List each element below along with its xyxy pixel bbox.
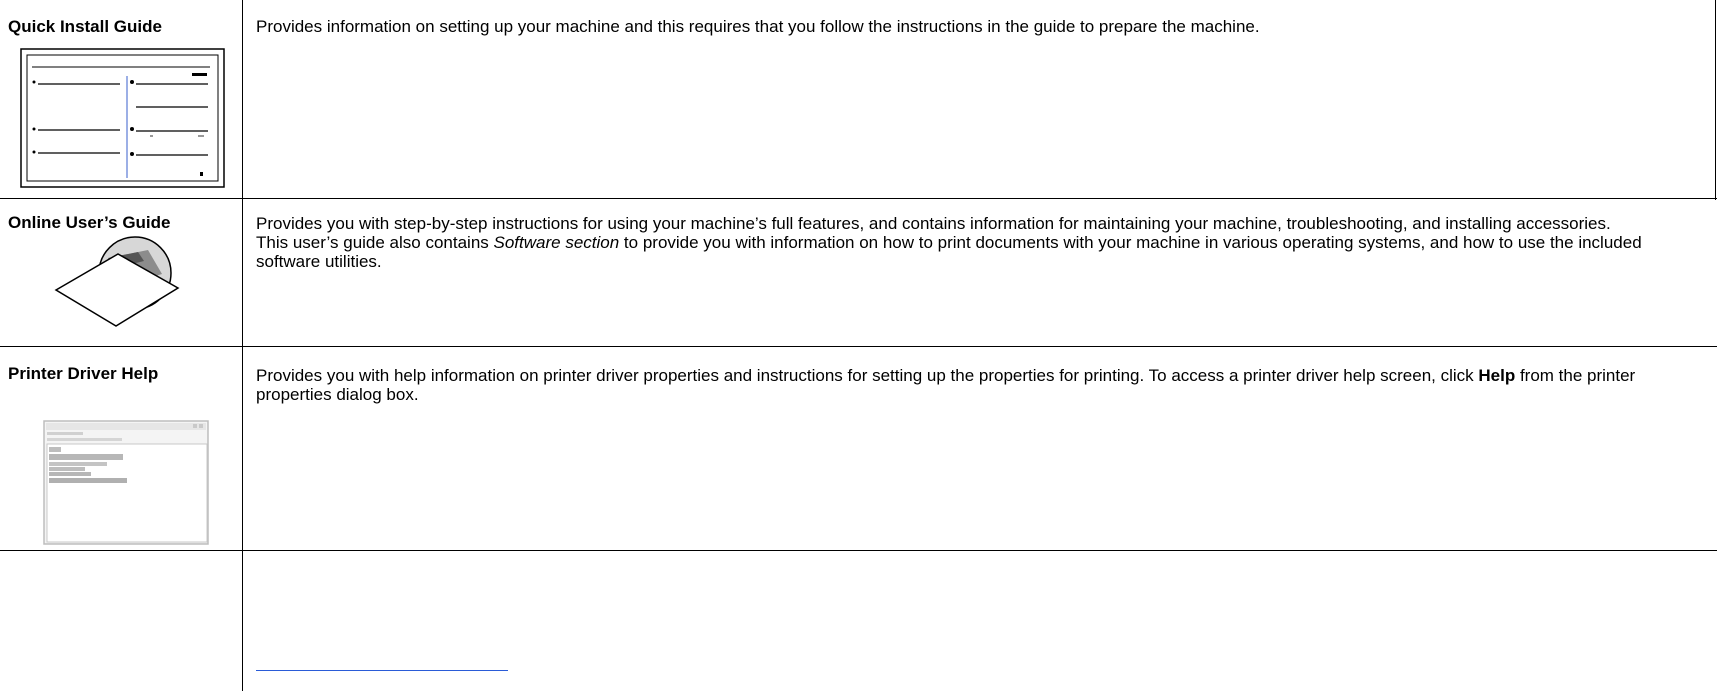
help-keyword: Help — [1478, 366, 1516, 385]
row-divider — [0, 346, 1717, 347]
help-window-thumbnail — [43, 420, 209, 545]
description-text: Provides information on setting up your … — [256, 17, 1260, 36]
cd-sleeve-icon — [54, 236, 180, 327]
description-paragraph-1: Provides you with step-by-step instructi… — [256, 214, 1611, 233]
row-description-printer-driver-help: Provides you with help information on pr… — [256, 366, 1701, 404]
guide-table: Quick Install Guide Provides information… — [0, 0, 1717, 691]
row-title-printer-driver-help: Printer Driver Help — [8, 364, 159, 383]
software-section-reference: Software section — [493, 233, 620, 252]
description-text: This user’s guide also contains — [256, 233, 494, 252]
row-description-quick-install-guide: Provides information on setting up your … — [256, 17, 1701, 36]
row-title-quick-install-guide: Quick Install Guide — [8, 17, 162, 36]
description-text: Provides you with help information on pr… — [256, 366, 1701, 404]
description-text-part: Provides you with help information on pr… — [256, 366, 1479, 385]
row-divider — [0, 198, 1717, 199]
row-description-online-users-guide: Provides you with step-by-step instructi… — [256, 214, 1701, 271]
hyperlink-underline[interactable] — [256, 670, 508, 671]
right-border — [1715, 0, 1716, 200]
table-grid — [0, 0, 1717, 691]
row-divider — [0, 550, 1717, 551]
quick-install-guide-thumbnail — [20, 48, 225, 188]
description-paragraph-2: This user’s guide also contains Software… — [256, 233, 1701, 271]
